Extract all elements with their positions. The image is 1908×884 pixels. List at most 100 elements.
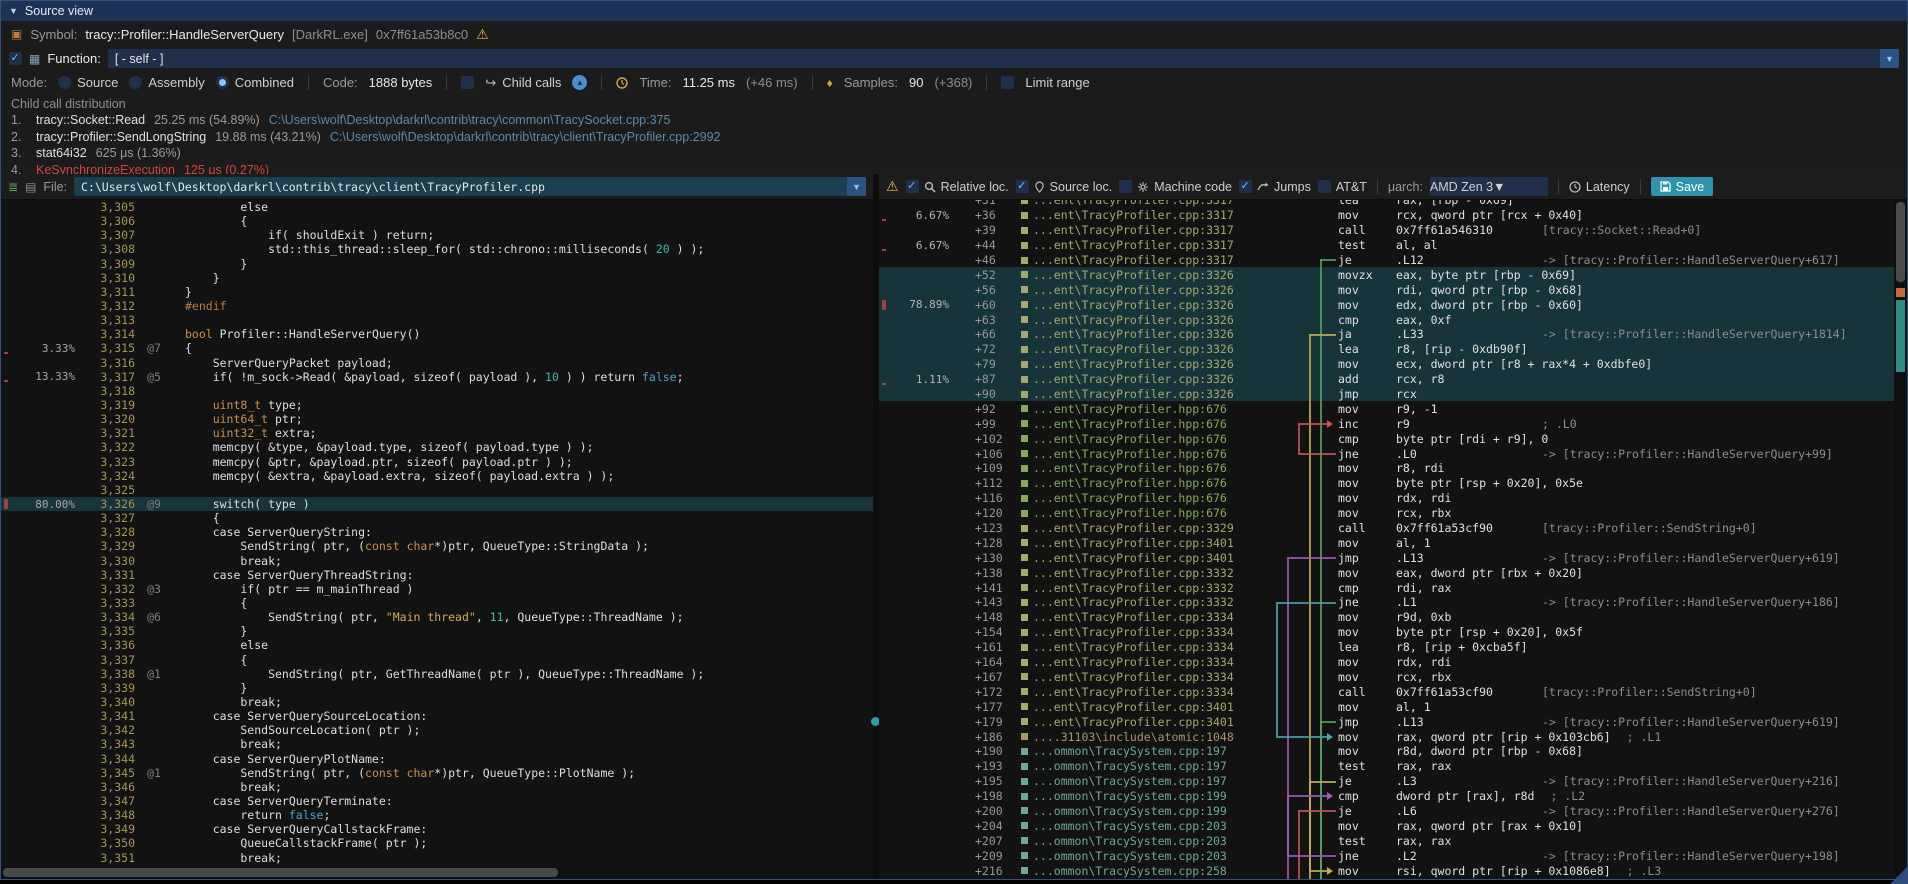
child-calls-expand-button[interactable]: ▴: [572, 75, 587, 90]
source-line[interactable]: 3,343 break;: [1, 737, 873, 751]
asm-instruction-row[interactable]: +123...ent\TracyProfiler.cpp:3329call0x7…: [879, 521, 1907, 536]
source-line[interactable]: 3.33%3,315@7{: [1, 341, 873, 355]
asm-instruction-row[interactable]: +106...ent\TracyProfiler.hpp:676jne.L0->…: [879, 446, 1907, 461]
radio-assembly[interactable]: Assembly: [129, 75, 204, 90]
source-line[interactable]: 3,318: [1, 384, 873, 398]
function-checkbox[interactable]: [9, 52, 22, 65]
asm-instruction-row[interactable]: +31...ent\TracyProfiler.cpp:3317learax, …: [879, 200, 1907, 208]
latency-button[interactable]: Latency: [1569, 180, 1630, 194]
source-line[interactable]: 3,313: [1, 313, 873, 327]
asm-instruction-row[interactable]: +179...ent\TracyProfiler.cpp:3401jmp.L13…: [879, 714, 1907, 729]
asm-instruction-row[interactable]: +109...ent\TracyProfiler.hpp:676movr8, r…: [879, 461, 1907, 476]
function-combo[interactable]: [ - self - ] ▼: [108, 49, 1899, 68]
asm-instruction-row[interactable]: +56...ent\TracyProfiler.cpp:3326movrdi, …: [879, 282, 1907, 297]
source-line[interactable]: 3,308 std::this_thread::sleep_for( std::…: [1, 242, 873, 256]
asm-instruction-row[interactable]: +190...ommon\TracySystem.cpp:197movr8d, …: [879, 744, 1907, 759]
source-line[interactable]: 3,310 }: [1, 271, 873, 285]
source-line[interactable]: 3,344 case ServerQueryPlotName:: [1, 751, 873, 765]
asm-instruction-row[interactable]: +186....31103\include\atomic:1048movrax,…: [879, 729, 1907, 744]
source-line[interactable]: 3,345@1 SendString( ptr, (const char*)pt…: [1, 766, 873, 780]
source-line[interactable]: 3,316 ServerQueryPacket payload;: [1, 356, 873, 370]
source-line[interactable]: 3,329 SendString( ptr, (const char*)ptr,…: [1, 539, 873, 553]
save-button[interactable]: Save: [1651, 177, 1714, 196]
scrollbar-thumb[interactable]: [1896, 202, 1905, 282]
source-line[interactable]: 3,320 uint64_t ptr;: [1, 412, 873, 426]
source-line[interactable]: 3,347 case ServerQueryTerminate:: [1, 794, 873, 808]
asm-instruction-row[interactable]: +79...ent\TracyProfiler.cpp:3326movecx, …: [879, 357, 1907, 372]
asm-instruction-row[interactable]: +195...ommon\TracySystem.cpp:197je.L3-> …: [879, 774, 1907, 789]
source-line[interactable]: 80.00%3,326@9 switch( type ): [1, 497, 873, 511]
source-line[interactable]: 3,351 break;: [1, 850, 873, 864]
source-line[interactable]: 3,336 else: [1, 638, 873, 652]
collapse-icon[interactable]: ▼: [9, 6, 18, 16]
asm-instruction-row[interactable]: +46...ent\TracyProfiler.cpp:3317je.L12->…: [879, 253, 1907, 268]
file-combo[interactable]: C:\Users\wolf\Desktop\darkrl\contrib\tra…: [74, 177, 866, 196]
source-line[interactable]: 3,331 case ServerQueryThreadString:: [1, 568, 873, 582]
source-line[interactable]: 3,324 memcpy( &extra, &payload.extra, si…: [1, 469, 873, 483]
source-line[interactable]: 3,330 break;: [1, 554, 873, 568]
asm-instruction-row[interactable]: +216...ommon\TracySystem.cpp:258movrsi, …: [879, 863, 1907, 878]
source-line[interactable]: 3,319 uint8_t type;: [1, 398, 873, 412]
asm-instruction-row[interactable]: +112...ent\TracyProfiler.hpp:676movbyte …: [879, 476, 1907, 491]
asm-instruction-row[interactable]: +39...ent\TracyProfiler.cpp:3317call0x7f…: [879, 223, 1907, 238]
asm-instruction-row[interactable]: +66...ent\TracyProfiler.cpp:3326ja.L33->…: [879, 327, 1907, 342]
jumps-toggle[interactable]: Jumps: [1239, 180, 1311, 194]
asm-instruction-row[interactable]: 6.67%+44...ent\TracyProfiler.cpp:3317tes…: [879, 238, 1907, 253]
asm-instruction-row[interactable]: +128...ent\TracyProfiler.cpp:3401moval, …: [879, 535, 1907, 550]
source-line[interactable]: 3,346 break;: [1, 780, 873, 794]
relative-loc-toggle[interactable]: Relative loc.: [906, 180, 1009, 194]
asm-instruction-row[interactable]: 6.67%+36...ent\TracyProfiler.cpp:3317mov…: [879, 208, 1907, 223]
asm-instruction-row[interactable]: +207...ommon\TracySystem.cpp:203testrax,…: [879, 833, 1907, 848]
limit-range-checkbox[interactable]: [1001, 76, 1014, 89]
asm-instruction-row[interactable]: +90...ent\TracyProfiler.cpp:3326jmprcx: [879, 387, 1907, 402]
asm-instruction-row[interactable]: +63...ent\TracyProfiler.cpp:3326cmpeax, …: [879, 312, 1907, 327]
source-line[interactable]: 3,323 memcpy( &ptr, &payload.ptr, sizeof…: [1, 455, 873, 469]
source-line[interactable]: 3,334@6 SendString( ptr, "Main thread", …: [1, 610, 873, 624]
asm-instruction-row[interactable]: +198...ommon\TracySystem.cpp:199cmpdword…: [879, 789, 1907, 804]
source-line[interactable]: 3,321 uint32_t extra;: [1, 426, 873, 440]
distribution-item[interactable]: 1.tracy::Socket::Read25.25 ms (54.89%)C:…: [11, 112, 1897, 129]
att-toggle[interactable]: AT&T: [1318, 180, 1367, 194]
source-line[interactable]: 3,311}: [1, 285, 873, 299]
asm-instruction-row[interactable]: +204...ommon\TracySystem.cpp:203movrax, …: [879, 818, 1907, 833]
window-titlebar[interactable]: ▼ Source view: [1, 1, 1907, 21]
source-line[interactable]: 3,325: [1, 483, 873, 497]
source-line[interactable]: 3,327 {: [1, 511, 873, 525]
asm-instruction-row[interactable]: +200...ommon\TracySystem.cpp:199je.L6-> …: [879, 804, 1907, 819]
asm-instruction-row[interactable]: +177...ent\TracyProfiler.cpp:3401moval, …: [879, 699, 1907, 714]
source-line[interactable]: 3,314bool Profiler::HandleServerQuery(): [1, 327, 873, 341]
asm-instruction-row[interactable]: +154...ent\TracyProfiler.cpp:3334movbyte…: [879, 625, 1907, 640]
asm-instruction-row[interactable]: +167...ent\TracyProfiler.cpp:3334movrcx,…: [879, 670, 1907, 685]
source-line[interactable]: 3,338@1 SendString( ptr, GetThreadName( …: [1, 667, 873, 681]
asm-instruction-row[interactable]: +130...ent\TracyProfiler.cpp:3401jmp.L13…: [879, 550, 1907, 565]
asm-instruction-row[interactable]: +99...ent\TracyProfiler.hpp:676incr9; .L…: [879, 416, 1907, 431]
source-line[interactable]: 3,341 case ServerQuerySourceLocation:: [1, 709, 873, 723]
distribution-item[interactable]: 3.stat64i32625 μs (1.36%): [11, 145, 1897, 162]
child-calls-checkbox[interactable]: [461, 76, 474, 89]
source-line[interactable]: 3,305 else: [1, 200, 873, 214]
source-line[interactable]: 3,342 SendSourceLocation( ptr );: [1, 723, 873, 737]
source-line[interactable]: 13.33%3,317@5 if( !m_sock->Read( &payloa…: [1, 370, 873, 384]
asm-instruction-row[interactable]: +138...ent\TracyProfiler.cpp:3332moveax,…: [879, 565, 1907, 580]
asm-instruction-row[interactable]: +120...ent\TracyProfiler.hpp:676movrcx, …: [879, 506, 1907, 521]
scrollbar-thumb[interactable]: [3, 868, 558, 877]
asm-instruction-row[interactable]: +161...ent\TracyProfiler.cpp:3334lear8, …: [879, 640, 1907, 655]
source-line[interactable]: 3,349 case ServerQueryCallstackFrame:: [1, 822, 873, 836]
machine-code-toggle[interactable]: Machine code: [1119, 180, 1232, 194]
source-line[interactable]: 3,306 {: [1, 214, 873, 228]
radio-combined[interactable]: Combined: [216, 75, 294, 90]
source-line[interactable]: 3,350 QueueCallstackFrame( ptr );: [1, 836, 873, 850]
asm-instruction-row[interactable]: +102...ent\TracyProfiler.hpp:676cmpbyte …: [879, 431, 1907, 446]
chevron-down-icon[interactable]: ▼: [1493, 180, 1505, 194]
resize-grip[interactable]: [1890, 862, 1908, 884]
asm-instruction-row[interactable]: +72...ent\TracyProfiler.cpp:3326lear8, […: [879, 342, 1907, 357]
source-line[interactable]: 3,337 {: [1, 653, 873, 667]
chevron-down-icon[interactable]: ▼: [847, 177, 866, 196]
source-line[interactable]: 3,309 }: [1, 257, 873, 271]
asm-instruction-row[interactable]: +172...ent\TracyProfiler.cpp:3334call0x7…: [879, 684, 1907, 699]
uarch-combo[interactable]: AMD Zen 3 ▼: [1430, 177, 1548, 196]
asm-instruction-row[interactable]: +148...ent\TracyProfiler.cpp:3334movr9d,…: [879, 610, 1907, 625]
asm-instruction-row[interactable]: +143...ent\TracyProfiler.cpp:3332jne.L1-…: [879, 595, 1907, 610]
child-calls-toggle[interactable]: ↪ Child calls: [485, 75, 561, 91]
asm-instruction-row[interactable]: 78.89%+60...ent\TracyProfiler.cpp:3326mo…: [879, 297, 1907, 312]
